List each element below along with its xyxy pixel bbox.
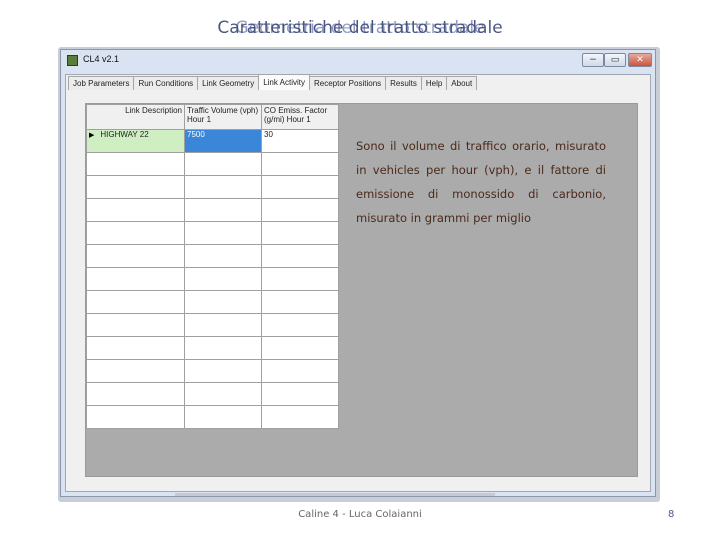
traffic-volume-cell[interactable]: [184, 267, 262, 291]
table-row[interactable]: [86, 290, 339, 314]
table-row[interactable]: [86, 267, 339, 291]
tab-bar: Job Parameters Run Conditions Link Geome…: [68, 74, 478, 90]
link-name-cell[interactable]: [86, 359, 185, 383]
link-activity-grid: Link Description Traffic Volume (vph) Ho…: [86, 104, 339, 429]
slide-footer: Caline 4 - Luca Colaianni: [298, 509, 422, 520]
traffic-volume-cell[interactable]: [184, 313, 262, 337]
link-activity-panel: Link Description Traffic Volume (vph) Ho…: [85, 103, 638, 477]
table-row[interactable]: [86, 382, 339, 406]
link-name-cell[interactable]: [86, 313, 185, 337]
link-name-cell[interactable]: [86, 405, 185, 429]
co-emission-cell[interactable]: [261, 175, 339, 199]
tab-help[interactable]: Help: [420, 76, 448, 90]
table-row[interactable]: [86, 359, 339, 383]
close-button[interactable]: ✕: [628, 53, 652, 67]
co-emission-cell[interactable]: [261, 359, 339, 383]
traffic-volume-cell[interactable]: 7500: [184, 129, 262, 153]
link-name-cell[interactable]: [86, 244, 185, 268]
column-header-co-emission[interactable]: CO Emiss. Factor (g/mi) Hour 1: [261, 104, 339, 130]
table-row[interactable]: [86, 313, 339, 337]
traffic-volume-cell[interactable]: [184, 336, 262, 360]
maximize-button[interactable]: ▭: [604, 53, 626, 67]
co-emission-cell[interactable]: [261, 244, 339, 268]
row-pointer-icon: ▶: [89, 132, 95, 139]
traffic-volume-cell[interactable]: [184, 405, 262, 429]
table-row[interactable]: [86, 405, 339, 429]
co-emission-cell[interactable]: [261, 221, 339, 245]
traffic-volume-cell[interactable]: [184, 244, 262, 268]
co-emission-cell[interactable]: [261, 152, 339, 176]
traffic-volume-cell[interactable]: [184, 175, 262, 199]
traffic-volume-cell[interactable]: [184, 198, 262, 222]
column-header-traffic-volume[interactable]: Traffic Volume (vph) Hour 1: [184, 104, 262, 130]
traffic-volume-cell[interactable]: [184, 382, 262, 406]
app-window: CL4 v2.1 − ▭ ✕ Job Parameters Run Condit…: [60, 49, 656, 497]
co-emission-cell[interactable]: [261, 405, 339, 429]
link-name-cell[interactable]: ▶ HIGHWAY 22: [86, 129, 185, 153]
link-name-cell[interactable]: [86, 152, 185, 176]
table-row[interactable]: [86, 336, 339, 360]
co-emission-cell[interactable]: [261, 313, 339, 337]
window-title: CL4 v2.1: [83, 54, 120, 64]
minimize-button[interactable]: −: [582, 53, 604, 67]
link-name-cell[interactable]: [86, 382, 185, 406]
app-icon: [67, 55, 78, 66]
footer-divider: [175, 493, 495, 496]
link-name-cell[interactable]: [86, 221, 185, 245]
link-name-cell[interactable]: [86, 198, 185, 222]
table-row[interactable]: [86, 152, 339, 176]
table-row[interactable]: ▶ HIGHWAY 22 7500 30: [86, 129, 339, 153]
column-header-link-description[interactable]: Link Description: [86, 104, 185, 130]
traffic-volume-cell[interactable]: [184, 152, 262, 176]
link-name: HIGHWAY 22: [100, 130, 149, 139]
table-row[interactable]: [86, 198, 339, 222]
page-number: 8: [668, 509, 675, 520]
tab-run-conditions[interactable]: Run Conditions: [133, 76, 199, 90]
tab-about[interactable]: About: [446, 76, 478, 90]
traffic-volume-cell[interactable]: [184, 290, 262, 314]
co-emission-cell[interactable]: [261, 267, 339, 291]
tab-receptor-positions[interactable]: Receptor Positions: [309, 76, 387, 90]
link-name-cell[interactable]: [86, 290, 185, 314]
co-emission-cell[interactable]: [261, 336, 339, 360]
table-row[interactable]: [86, 244, 339, 268]
co-emission-cell[interactable]: [261, 382, 339, 406]
explanation-callout: Sono il volume di traffico orario, misur…: [356, 139, 606, 225]
co-emission-cell[interactable]: [261, 290, 339, 314]
co-emission-cell[interactable]: [261, 198, 339, 222]
link-name-cell[interactable]: [86, 267, 185, 291]
tab-job-parameters[interactable]: Job Parameters: [68, 76, 135, 90]
tab-link-activity[interactable]: Link Activity: [258, 74, 310, 90]
co-emission-cell[interactable]: 30: [261, 129, 339, 153]
tab-results[interactable]: Results: [385, 76, 422, 90]
slide-title-layer-2: Geometria del tratto stradale: [235, 18, 485, 38]
table-row[interactable]: [86, 221, 339, 245]
traffic-volume-cell[interactable]: [184, 221, 262, 245]
traffic-volume-cell[interactable]: [184, 359, 262, 383]
window-titlebar[interactable]: CL4 v2.1 − ▭ ✕: [61, 50, 655, 72]
client-area: Job Parameters Run Conditions Link Geome…: [65, 74, 651, 492]
tab-link-geometry[interactable]: Link Geometry: [197, 76, 260, 90]
link-name-cell[interactable]: [86, 336, 185, 360]
link-name-cell[interactable]: [86, 175, 185, 199]
table-row[interactable]: [86, 175, 339, 199]
